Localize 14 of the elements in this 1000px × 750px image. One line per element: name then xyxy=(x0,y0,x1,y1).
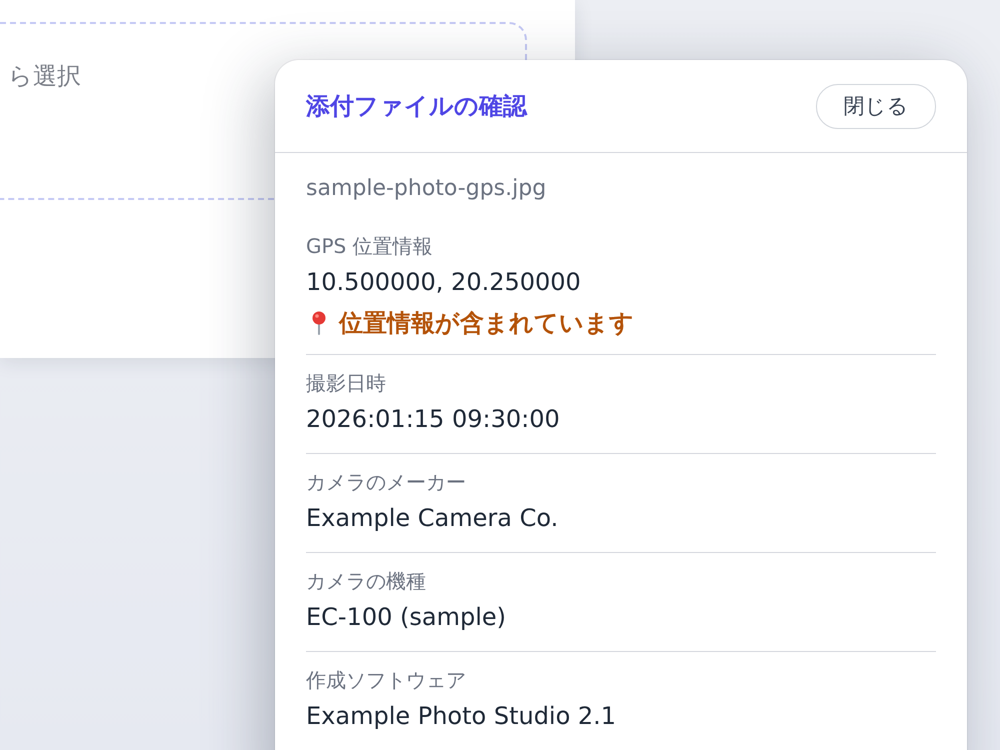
field-value: 2026:01:15 09:30:00 xyxy=(306,404,561,435)
field-value: 10.500000, 20.250000 xyxy=(306,267,582,298)
field-value: Example Photo Studio 2.1 xyxy=(306,701,618,732)
field-label: 作成ソフトウェア xyxy=(306,667,467,694)
location-warning: 位置情報が含まれています xyxy=(339,308,634,339)
pin-icon xyxy=(311,311,327,335)
field-label: カメラの機種 xyxy=(306,568,427,595)
field-label: カメラのメーカー xyxy=(306,469,467,496)
field-value: EC-100 (sample) xyxy=(306,602,508,633)
field-value: Example Camera Co. xyxy=(306,503,560,534)
field-label: GPS 位置情報 xyxy=(306,233,434,260)
field-label: 撮影日時 xyxy=(306,370,387,397)
close-button[interactable]: 閉じる xyxy=(816,84,936,128)
dialog-title: 添付ファイルの確認 xyxy=(306,91,527,122)
